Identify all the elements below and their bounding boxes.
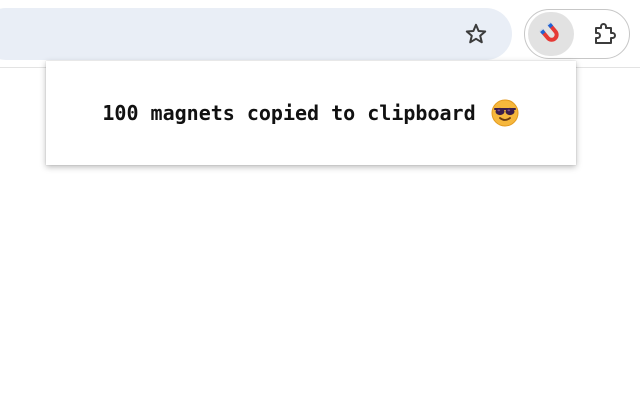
sunglasses-emoji-icon: [491, 99, 519, 127]
star-outline-icon: [465, 23, 487, 44]
magnet-extension-button[interactable]: [528, 12, 574, 56]
browser-toolbar: [0, 0, 640, 68]
extensions-menu-button[interactable]: [586, 16, 622, 52]
popup-message-row: 100 magnets copied to clipboard: [102, 98, 519, 128]
puzzle-piece-icon: [595, 23, 616, 44]
extension-popup: 100 magnets copied to clipboard: [46, 61, 576, 165]
popup-message: 100 magnets copied to clipboard: [102, 101, 476, 125]
magnet-icon: [539, 21, 559, 42]
address-bar[interactable]: [0, 8, 512, 60]
bookmark-star-button[interactable]: [460, 18, 492, 50]
